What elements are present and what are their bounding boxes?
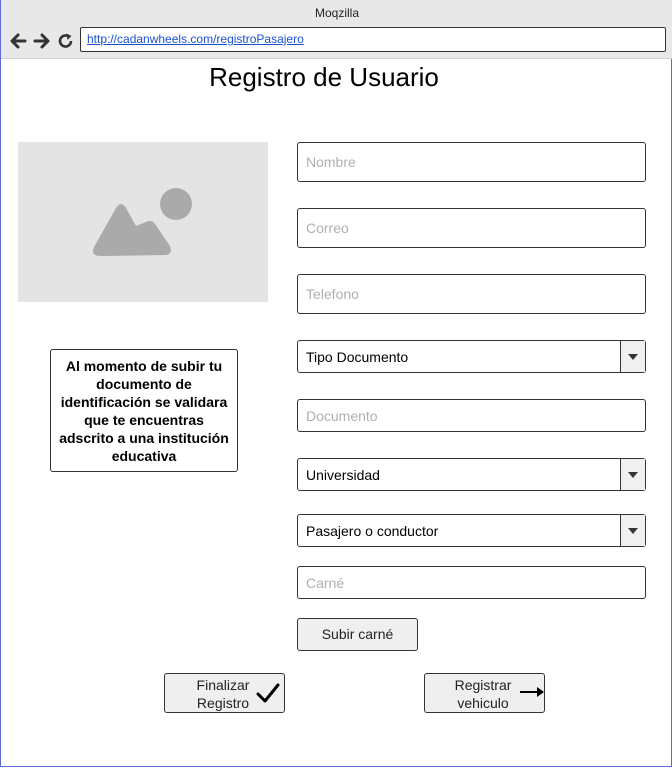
universidad-select[interactable]: Universidad (297, 458, 646, 491)
reload-icon[interactable] (56, 31, 76, 51)
telefono-placeholder: Telefono (306, 286, 359, 302)
info-notice: Al momento de subir tu documento de iden… (50, 349, 238, 472)
arrow-right-icon (520, 687, 544, 697)
image-icon (93, 188, 192, 256)
carne-placeholder: Carné (306, 574, 345, 591)
tipo-documento-value: Tipo Documento (306, 348, 409, 365)
forward-arrow-icon[interactable] (32, 31, 52, 51)
universidad-value: Universidad (306, 466, 380, 483)
window-title: Moqzilla (1, 0, 672, 26)
chevron-down-icon[interactable] (620, 341, 645, 372)
url-bar[interactable]: http://cadanwheels.com/registroPasajero (80, 27, 666, 52)
rol-select[interactable]: Pasajero o conductor (297, 514, 646, 547)
info-text: Al momento de subir tu documento de iden… (59, 357, 229, 464)
browser-window: Moqzilla http://cadanwheels.com/registro… (0, 0, 672, 767)
finalizar-label-line2: Registro (196, 695, 250, 711)
back-arrow-icon[interactable] (8, 31, 28, 51)
registrar-label-line1: Registrar (454, 677, 512, 693)
image-placeholder (18, 142, 268, 302)
upload-carne-button[interactable]: Subir carné (297, 618, 418, 651)
browser-toolbar: http://cadanwheels.com/registroPasajero (1, 26, 672, 59)
page-title: Registro de Usuario (209, 62, 439, 92)
telefono-input[interactable]: Telefono (297, 274, 646, 314)
tipo-documento-select[interactable]: Tipo Documento (297, 340, 646, 373)
documento-placeholder: Documento (306, 407, 378, 424)
checkmark-icon (256, 683, 280, 703)
nombre-input[interactable]: Nombre (297, 142, 646, 182)
rol-value: Pasajero o conductor (306, 522, 439, 539)
documento-input[interactable]: Documento (297, 399, 646, 432)
finalizar-registro-button[interactable]: Finalizar Registro (164, 673, 285, 713)
correo-input[interactable]: Correo (297, 208, 646, 248)
chevron-down-icon[interactable] (620, 459, 645, 490)
nombre-placeholder: Nombre (306, 154, 356, 170)
chevron-down-icon[interactable] (620, 515, 645, 546)
registrar-vehiculo-button[interactable]: Registrar vehiculo (424, 673, 545, 713)
registrar-label-line2: vehiculo (457, 695, 509, 711)
finalizar-label-line1: Finalizar (196, 677, 250, 693)
url-link[interactable]: http://cadanwheels.com/registroPasajero (87, 32, 304, 46)
correo-placeholder: Correo (306, 220, 349, 236)
carne-input[interactable]: Carné (297, 566, 646, 599)
